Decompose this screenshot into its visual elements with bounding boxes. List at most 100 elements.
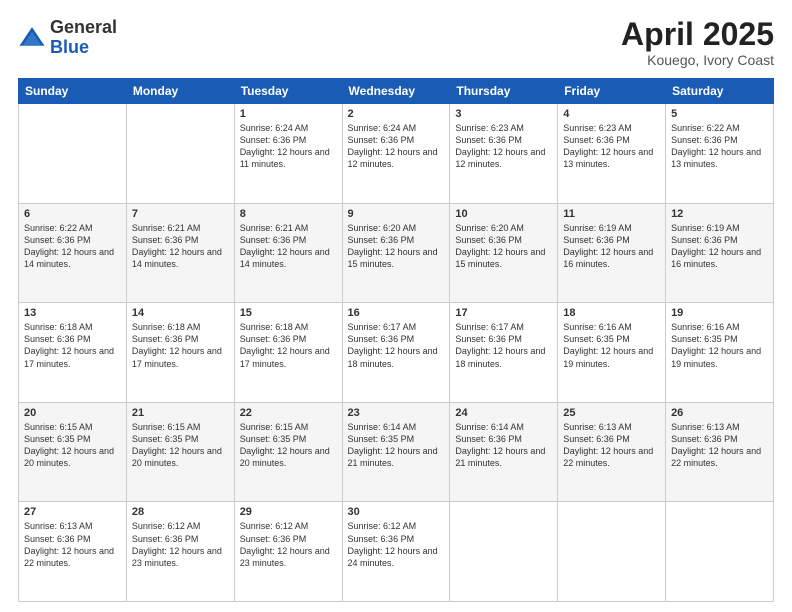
day-number: 27 [24,506,121,518]
month-title: April 2025 [621,18,774,50]
calendar-cell [666,502,774,602]
location: Kouego, Ivory Coast [621,52,774,68]
calendar-cell: 22Sunrise: 6:15 AMSunset: 6:35 PMDayligh… [234,402,342,502]
day-number: 29 [240,506,337,518]
day-info: Sunrise: 6:16 AMSunset: 6:35 PMDaylight:… [671,321,768,370]
calendar-cell: 14 Sunrise: 6:18 AMSunset: 6:36 PMDayligh… [126,303,234,403]
calendar-cell: 9 Sunrise: 6:20 AMSunset: 6:36 PMDaylight… [342,203,450,303]
day-info: Sunrise: 6:14 AMSunset: 6:36 PMDaylight:… [455,421,552,470]
header: General Blue April 2025 Kouego, Ivory Co… [18,18,774,68]
calendar-cell: 23 Sunrise: 6:14 AMSunset: 6:35 PMDayligh… [342,402,450,502]
day-number: 1 [240,108,337,120]
calendar-week-1: 6Sunrise: 6:22 AMSunset: 6:36 PMDaylight… [19,203,774,303]
logo-blue: Blue [50,38,117,58]
calendar-cell: 30Sunrise: 6:12 AMSunset: 6:36 PMDayligh… [342,502,450,602]
day-number: 18 [563,307,660,319]
day-info: Sunrise: 6:18 AMSunset: 6:36 PMDaylight:… [24,321,121,370]
calendar-cell: 28 Sunrise: 6:12 AMSunset: 6:36 PMDayligh… [126,502,234,602]
calendar-header-wednesday: Wednesday [342,79,450,104]
day-info: Sunrise: 6:19 AMSunset: 6:36 PMDaylight:… [563,222,660,271]
calendar-cell: 26 Sunrise: 6:13 AMSunset: 6:36 PMDayligh… [666,402,774,502]
day-info: Sunrise: 6:18 AMSunset: 6:36 PMDaylight:… [240,321,337,370]
day-number: 15 [240,307,337,319]
day-info: Sunrise: 6:20 AMSunset: 6:36 PMDaylight:… [348,222,445,271]
calendar-cell: 11 Sunrise: 6:19 AMSunset: 6:36 PMDayligh… [558,203,666,303]
day-info: Sunrise: 6:17 AMSunset: 6:36 PMDaylight:… [455,321,552,370]
day-number: 8 [240,208,337,220]
day-info: Sunrise: 6:12 AMSunset: 6:36 PMDaylight:… [132,520,229,569]
calendar-header-tuesday: Tuesday [234,79,342,104]
calendar-cell: 3 Sunrise: 6:23 AMSunset: 6:36 PMDaylight… [450,104,558,204]
day-number: 14 [132,307,229,319]
day-number: 6 [24,208,121,220]
day-number: 12 [671,208,768,220]
calendar-header-row: SundayMondayTuesdayWednesdayThursdayFrid… [19,79,774,104]
day-info: Sunrise: 6:14 AMSunset: 6:35 PMDaylight:… [348,421,445,470]
calendar-cell: 2Sunrise: 6:24 AMSunset: 6:36 PMDaylight… [342,104,450,204]
day-number: 9 [348,208,445,220]
day-info: Sunrise: 6:23 AMSunset: 6:36 PMDaylight:… [455,122,552,171]
logo-general: General [50,18,117,38]
title-section: April 2025 Kouego, Ivory Coast [621,18,774,68]
day-number: 20 [24,407,121,419]
day-number: 24 [455,407,552,419]
calendar-cell: 24 Sunrise: 6:14 AMSunset: 6:36 PMDayligh… [450,402,558,502]
day-info: Sunrise: 6:17 AMSunset: 6:36 PMDaylight:… [348,321,445,370]
day-number: 10 [455,208,552,220]
day-number: 25 [563,407,660,419]
logo: General Blue [18,18,117,58]
day-number: 30 [348,506,445,518]
day-info: Sunrise: 6:15 AMSunset: 6:35 PMDaylight:… [240,421,337,470]
day-info: Sunrise: 6:18 AMSunset: 6:36 PMDaylight:… [132,321,229,370]
calendar-cell [126,104,234,204]
calendar-week-0: 1 Sunrise: 6:24 AMSunset: 6:36 PMDaylight… [19,104,774,204]
calendar-cell: 17 Sunrise: 6:17 AMSunset: 6:36 PMDayligh… [450,303,558,403]
calendar-header-saturday: Saturday [666,79,774,104]
day-info: Sunrise: 6:23 AMSunset: 6:36 PMDaylight:… [563,122,660,171]
calendar-cell: 20Sunrise: 6:15 AMSunset: 6:35 PMDayligh… [19,402,127,502]
calendar-cell: 1Sunrise: 6:24 AMSunset: 6:36 PMDaylight… [234,104,342,204]
day-number: 5 [671,108,768,120]
day-info: Sunrise: 6:15 AMSunset: 6:35 PMDaylight:… [132,421,229,470]
logo-text: General Blue [50,18,117,58]
calendar-cell: 15 Sunrise: 6:18 AMSunset: 6:36 PMDayligh… [234,303,342,403]
calendar-cell: 4 Sunrise: 6:23 AMSunset: 6:36 PMDaylight… [558,104,666,204]
day-number: 13 [24,307,121,319]
day-number: 7 [132,208,229,220]
calendar-header-monday: Monday [126,79,234,104]
calendar-header-sunday: Sunday [19,79,127,104]
day-number: 28 [132,506,229,518]
calendar-cell: 6Sunrise: 6:22 AMSunset: 6:36 PMDaylight… [19,203,127,303]
logo-icon [18,24,46,52]
day-info: Sunrise: 6:13 AMSunset: 6:36 PMDaylight:… [563,421,660,470]
calendar-week-3: 20 Sunrise: 6:15 AMSunset: 6:35 PMDayligh… [19,402,774,502]
day-number: 19 [671,307,768,319]
calendar-cell: 10 Sunrise: 6:20 AMSunset: 6:36 PMDayligh… [450,203,558,303]
calendar-table: SundayMondayTuesdayWednesdayThursdayFrid… [18,78,774,602]
day-info: Sunrise: 6:13 AMSunset: 6:36 PMDaylight:… [671,421,768,470]
day-number: 17 [455,307,552,319]
calendar-cell: 25 Sunrise: 6:13 AMSunset: 6:36 PMDayligh… [558,402,666,502]
day-info: Sunrise: 6:16 AMSunset: 6:35 PMDaylight:… [563,321,660,370]
day-info: Sunrise: 6:20 AMSunset: 6:36 PMDaylight:… [455,222,552,271]
calendar-header-friday: Friday [558,79,666,104]
day-number: 16 [348,307,445,319]
day-number: 23 [348,407,445,419]
page: General Blue April 2025 Kouego, Ivory Co… [0,0,792,612]
day-number: 21 [132,407,229,419]
day-number: 26 [671,407,768,419]
calendar-cell: 18 Sunrise: 6:16 AMSunset: 6:35 PMDayligh… [558,303,666,403]
day-info: Sunrise: 6:24 AMSunset: 6:36 PMDaylight:… [348,122,445,171]
calendar-cell: 19 Sunrise: 6:16 AMSunset: 6:35 PMDayligh… [666,303,774,403]
day-number: 3 [455,108,552,120]
calendar-cell: 27Sunrise: 6:13 AMSunset: 6:36 PMDayligh… [19,502,127,602]
calendar-cell: 12 Sunrise: 6:19 AMSunset: 6:36 PMDayligh… [666,203,774,303]
calendar-header-thursday: Thursday [450,79,558,104]
day-info: Sunrise: 6:19 AMSunset: 6:36 PMDaylight:… [671,222,768,271]
day-number: 11 [563,208,660,220]
calendar-cell [558,502,666,602]
calendar-cell: 7Sunrise: 6:21 AMSunset: 6:36 PMDaylight… [126,203,234,303]
calendar-cell: 8Sunrise: 6:21 AMSunset: 6:36 PMDaylight… [234,203,342,303]
calendar-week-2: 13 Sunrise: 6:18 AMSunset: 6:36 PMDayligh… [19,303,774,403]
day-number: 4 [563,108,660,120]
